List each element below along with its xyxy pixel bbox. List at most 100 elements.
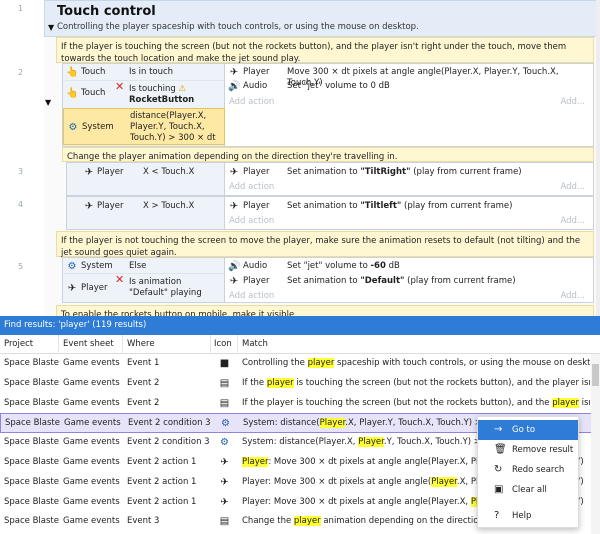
column-header[interactable]: Project	[0, 335, 59, 354]
add-link[interactable]: Add...	[560, 182, 585, 192]
arrow-right-icon: →	[494, 424, 503, 435]
menu-item-remove-result[interactable]: 🗑 Remove result	[478, 440, 578, 460]
project-cell: Space Blaster	[4, 397, 59, 408]
group-description: Controlling the player spaceship with to…	[57, 22, 419, 32]
menu-item-redo-search[interactable]: ↻ Redo search	[478, 460, 578, 480]
event-block[interactable]: ✈ Player X > Touch.X ✈ Player Set animat…	[66, 196, 594, 230]
comment[interactable]: Change the player animation depending on…	[62, 147, 594, 162]
ship-icon: ✈	[84, 167, 94, 178]
scrollbar[interactable]	[596, 0, 600, 316]
project-cell: Space Blaster	[4, 476, 59, 487]
ship-icon: ✈	[229, 276, 239, 287]
match-highlight: player	[293, 516, 321, 527]
add-action-link[interactable]: Add action	[229, 182, 274, 192]
sheet-cell: Game events	[63, 516, 120, 527]
add-link[interactable]: Add...	[560, 216, 585, 226]
menu-item-clear-all[interactable]: ▣ Clear all	[478, 480, 578, 500]
condition-text[interactable]: X < Touch.X	[143, 167, 194, 178]
menu-item-help[interactable]: ? Help	[478, 506, 578, 526]
sheet-cell: Game events	[63, 377, 120, 388]
condition-text[interactable]: Else	[129, 261, 225, 272]
add-action-link[interactable]: Add action	[229, 216, 274, 226]
where-cell: Event 3	[127, 516, 160, 527]
conditions-column: ⚙ System Else ✈ Player ✕ Is animation "D…	[63, 258, 225, 302]
event-block[interactable]: ✈ Player X < Touch.X ✈ Player Set animat…	[66, 162, 594, 196]
condition-text[interactable]: X > Touch.X	[143, 201, 194, 212]
refresh-icon: ↻	[494, 464, 503, 475]
column-header[interactable]: Event sheet	[59, 335, 123, 354]
action-text[interactable]: Set animation to "TiltRight" (play from …	[287, 167, 587, 178]
comment[interactable]: To enable the rockets button on mobile, …	[56, 305, 594, 316]
action-object: Audio	[243, 261, 268, 271]
condition-object: System	[81, 261, 113, 271]
event-block[interactable]: ⚙ System Else ✈ Player ✕ Is animation "D…	[62, 257, 594, 303]
project-cell: Space Blaster	[4, 377, 59, 388]
invert-icon: ✕	[115, 80, 125, 93]
event-number: 5	[18, 262, 24, 271]
project-cell: Space Blaster	[4, 516, 59, 527]
sheet-cell: Game events	[64, 418, 121, 429]
system-icon: ⚙	[68, 122, 78, 133]
sheet-cell: Game events	[63, 397, 120, 408]
table-row[interactable]: Space Blaster Game events Event 1 ■ Controll…	[0, 354, 600, 374]
chevron-down-icon[interactable]: ▼	[48, 23, 54, 32]
add-link[interactable]: Add...	[560, 291, 585, 301]
comment[interactable]: If the player is not touching the screen…	[56, 231, 594, 258]
action-object: Audio	[243, 81, 268, 91]
add-link[interactable]: Add...	[560, 97, 585, 107]
comment[interactable]: If the player is touching the screen (bu…	[56, 37, 594, 64]
match-cell: Controlling the player spaceship with to…	[242, 358, 590, 368]
where-cell: Event 2	[127, 377, 160, 388]
ship-icon: ✈	[84, 201, 94, 212]
where-cell: Event 2 condition 3	[127, 437, 210, 448]
comment-icon: ▤	[219, 516, 230, 528]
condition-object: System	[82, 122, 114, 132]
table-row[interactable]: Space Blaster Game events Event 2 ▤ If the p…	[0, 374, 600, 394]
match-highlight: player	[307, 358, 335, 368]
event-number: 2	[18, 68, 24, 77]
ship-icon: ✈	[229, 67, 239, 78]
match-highlight: Player	[358, 437, 384, 448]
scrollbar-thumb[interactable]	[592, 364, 599, 386]
action-object: Player	[243, 201, 270, 211]
event-number: 3	[18, 167, 24, 176]
comment-icon: ▤	[219, 397, 230, 409]
column-header[interactable]: Where	[123, 335, 211, 354]
action-text[interactable]: Set animation to "Tiltleft" (play from c…	[287, 201, 587, 212]
condition-text[interactable]: Is in touch	[129, 67, 225, 78]
where-cell: Event 1	[127, 358, 160, 368]
system-icon: ⚙	[220, 437, 229, 449]
audio-icon: 🔊	[228, 261, 241, 272]
action-text[interactable]: Set "jet" volume to 0 dB	[287, 81, 587, 92]
ship-icon: ✈	[220, 476, 229, 488]
condition-text[interactable]: distance(Player.X, Player.Y, Touch.X, To…	[130, 111, 226, 144]
actions-column: ✈ Player Move 300 × dt pixels at angle a…	[225, 64, 593, 146]
condition-text[interactable]: Is touching ⚠ RocketButton	[129, 84, 194, 106]
condition-text[interactable]: Is animation "Default" playing	[129, 277, 221, 299]
menu-item-go-to[interactable]: → Go to	[478, 420, 578, 440]
ship-icon: ✈	[220, 456, 229, 468]
where-cell: Event 2 condition 3	[128, 418, 211, 429]
conditions-column: 👆 Touch Is in touch 👆 Touch ✕ Is touchin…	[63, 64, 225, 146]
table-row[interactable]: Space Blaster Game events Event 2 ▤ If the p…	[0, 394, 600, 414]
column-header[interactable]: Icon	[211, 335, 238, 354]
add-action-link[interactable]: Add action	[229, 97, 274, 107]
actions-column: ✈ Player Set animation to "Tiltleft" (pl…	[225, 197, 593, 229]
event-group[interactable]: ▼ Touch control Controlling the player s…	[44, 0, 600, 37]
event-block[interactable]: 👆 Touch Is in touch 👆 Touch ✕ Is touchin…	[62, 63, 594, 147]
match-highlight: player	[552, 397, 579, 408]
touch-icon: 👆	[66, 88, 79, 99]
add-action-link[interactable]: Add action	[229, 291, 274, 301]
ship-icon: ✈	[67, 283, 77, 294]
event-number: 4	[18, 200, 24, 209]
column-header[interactable]: Match	[238, 335, 590, 354]
event-sheet: 1 ▼ Touch control Controlling the player…	[0, 0, 600, 316]
selected-condition[interactable]: ⚙ System distance(Player.X, Player.Y, To…	[63, 108, 225, 145]
condition-object: Player	[81, 283, 108, 293]
project-cell: Space Blaster	[4, 456, 59, 467]
action-text[interactable]: Set "jet" volume to -60 dB	[287, 261, 587, 272]
folder-icon: ■	[219, 358, 230, 369]
action-text[interactable]: Set animation to "Default" (play from cu…	[287, 276, 587, 287]
chevron-down-icon[interactable]: ▼	[45, 98, 51, 107]
condition-object: Touch	[81, 88, 106, 98]
